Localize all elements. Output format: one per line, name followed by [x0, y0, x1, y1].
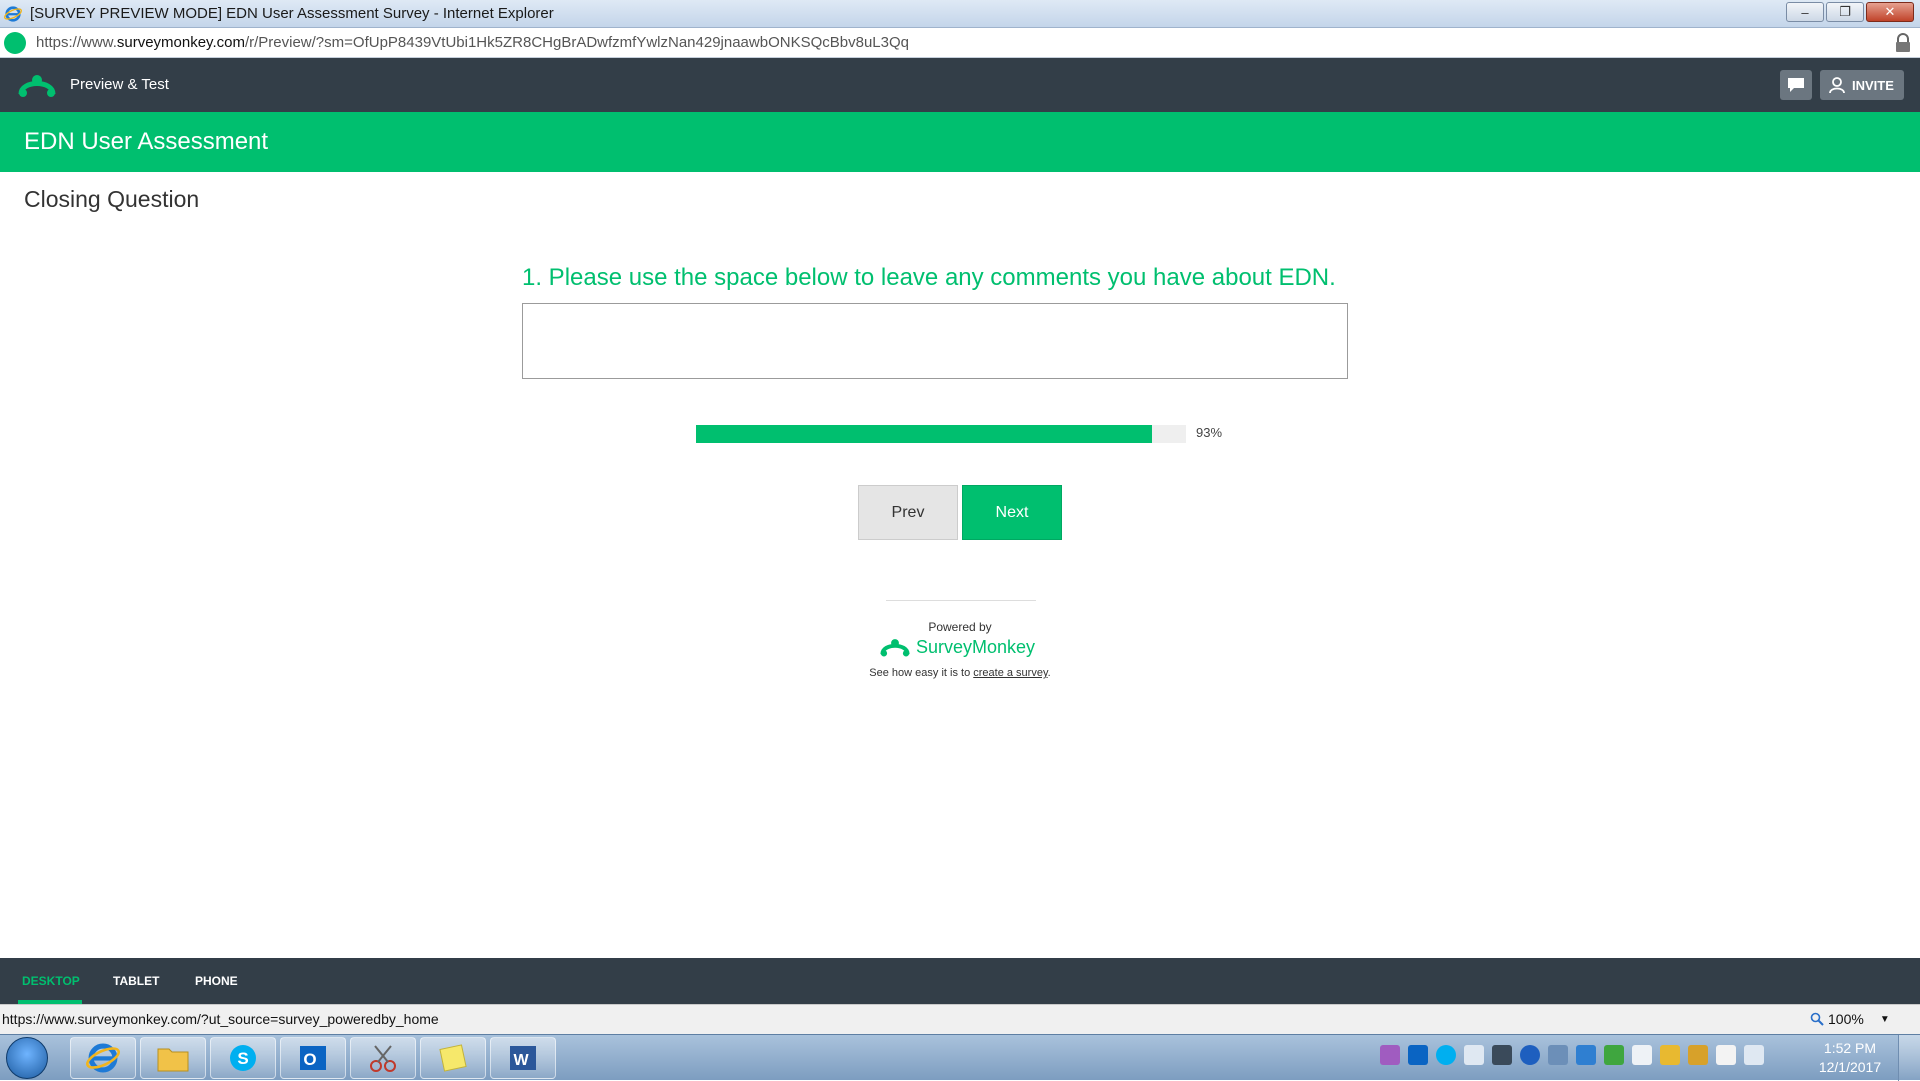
taskbar: S O W 1:52 PM 12/1/2017	[0, 1034, 1920, 1081]
lock-tray-icon[interactable]	[1660, 1045, 1680, 1065]
next-button[interactable]: Next	[962, 485, 1062, 540]
window-controls: – ❐ ✕	[1786, 2, 1914, 22]
taskbar-clock[interactable]: 1:52 PM 12/1/2017	[1808, 1039, 1892, 1077]
volume-icon[interactable]	[1464, 1045, 1484, 1065]
outlook-icon: O	[300, 1046, 326, 1070]
address-url[interactable]: https://www.surveymonkey.com/r/Preview/?…	[36, 34, 909, 51]
close-button[interactable]: ✕	[1866, 2, 1914, 22]
brand-name: SurveyMonkey	[916, 636, 1036, 657]
taskbar-skype[interactable]: S	[210, 1037, 276, 1079]
question-text: 1. Please use the space below to leave a…	[522, 264, 1336, 291]
magnifier-icon	[1810, 1012, 1824, 1026]
chevron-down-icon: ▼	[1879, 1013, 1890, 1025]
skype-icon: S	[230, 1045, 256, 1071]
comment-textarea[interactable]	[522, 303, 1348, 379]
zoom-control[interactable]: 100% ▼	[1810, 1011, 1890, 1027]
svg-text:O: O	[303, 1050, 316, 1069]
power-icon[interactable]	[1716, 1045, 1736, 1065]
system-tray	[1380, 1045, 1764, 1065]
address-bar[interactable]: https://www.surveymonkey.com/r/Preview/?…	[0, 28, 1920, 58]
speech-bubble-icon	[1788, 78, 1804, 92]
footer-divider	[886, 600, 1036, 601]
taskbar-internet-explorer[interactable]	[70, 1037, 136, 1079]
invite-label: INVITE	[1852, 77, 1894, 93]
url-domain: surveymonkey.com	[116, 34, 245, 51]
user-icon	[1829, 77, 1845, 94]
svg-text:W: W	[513, 1052, 529, 1069]
app-header: Preview & Test INVITE	[0, 58, 1920, 112]
device-preview-bar: DESKTOP TABLET PHONE	[0, 958, 1920, 1004]
surveymonkey-brand-link[interactable]: SurveyMonkey	[880, 636, 1035, 658]
powered-by-label: Powered by	[928, 620, 992, 634]
lock-icon[interactable]	[1894, 33, 1912, 53]
window-title: [SURVEY PREVIEW MODE] EDN User Assessmen…	[30, 5, 554, 22]
signal-icon[interactable]	[1744, 1045, 1764, 1065]
taskbar-snipping-tool[interactable]	[350, 1037, 416, 1079]
survey-title-band: EDN User Assessment	[0, 112, 1920, 172]
flag-icon[interactable]	[1688, 1045, 1708, 1065]
create-prefix: See how easy it is to	[869, 667, 974, 679]
taskbar-sticky-notes[interactable]	[420, 1037, 486, 1079]
word-icon: W	[510, 1046, 536, 1070]
prev-button[interactable]: Prev	[858, 485, 958, 540]
tool-tray-icon[interactable]	[1548, 1045, 1568, 1065]
url-path: /r/Preview/?sm=OfUpP8439VtUbi1Hk5ZR8CHgB…	[244, 34, 909, 51]
onenote-tray-icon[interactable]	[1380, 1045, 1400, 1065]
comments-button[interactable]	[1780, 70, 1812, 100]
tab-desktop[interactable]: DESKTOP	[22, 974, 80, 988]
folder-icon	[157, 1048, 189, 1072]
survey-title: EDN User Assessment	[24, 128, 269, 155]
shield-icon[interactable]	[1604, 1045, 1624, 1065]
tab-tablet[interactable]: TABLET	[113, 974, 159, 988]
display-tray-icon[interactable]	[1632, 1045, 1652, 1065]
network-user-icon[interactable]	[1492, 1045, 1512, 1065]
internet-explorer-icon	[86, 1043, 120, 1073]
bluetooth-icon[interactable]	[1520, 1045, 1540, 1065]
create-survey-link[interactable]: create a survey	[973, 667, 1047, 679]
show-desktop-button[interactable]	[1898, 1035, 1920, 1081]
restore-button[interactable]: ❐	[1826, 2, 1864, 22]
taskbar-file-explorer[interactable]	[140, 1037, 206, 1079]
taskbar-word[interactable]: W	[490, 1037, 556, 1079]
clock-time: 1:52 PM	[1823, 1040, 1877, 1056]
minimize-button[interactable]: –	[1786, 2, 1824, 22]
taskbar-outlook[interactable]: O	[280, 1037, 346, 1079]
surveymonkey-logo-icon[interactable]	[18, 72, 56, 98]
preview-test-label[interactable]: Preview & Test	[70, 76, 169, 93]
progress-percent: 93%	[1196, 425, 1223, 440]
skype-tray-icon[interactable]	[1436, 1045, 1456, 1065]
svg-text:S: S	[237, 1049, 248, 1068]
outlook-tray-icon[interactable]	[1408, 1045, 1428, 1065]
scissors-icon	[370, 1045, 396, 1072]
status-bar: https://www.surveymonkey.com/?ut_source=…	[0, 1004, 1920, 1034]
progress-bar	[696, 425, 1186, 443]
status-url: https://www.surveymonkey.com/?ut_source=…	[2, 1011, 439, 1027]
start-button[interactable]	[6, 1037, 48, 1079]
invite-button[interactable]: INVITE	[1820, 70, 1904, 100]
sticky-note-icon	[439, 1044, 467, 1072]
url-scheme: https://www.	[36, 34, 117, 51]
clock-date: 12/1/2017	[1818, 1059, 1882, 1075]
create-survey-line: See how easy it is to create a survey.	[0, 667, 1920, 679]
internet-explorer-icon	[4, 6, 22, 22]
page-title: Closing Question	[24, 186, 200, 212]
progress-bar-fill	[696, 425, 1152, 443]
sync-tray-icon[interactable]	[1576, 1045, 1596, 1065]
create-suffix: .	[1047, 667, 1051, 679]
zoom-level: 100%	[1828, 1011, 1864, 1027]
tab-phone[interactable]: PHONE	[195, 974, 238, 988]
window-title-bar: [SURVEY PREVIEW MODE] EDN User Assessmen…	[0, 0, 1920, 28]
surveymonkey-favicon-icon	[4, 32, 26, 54]
surveymonkey-logo-icon	[880, 639, 910, 657]
